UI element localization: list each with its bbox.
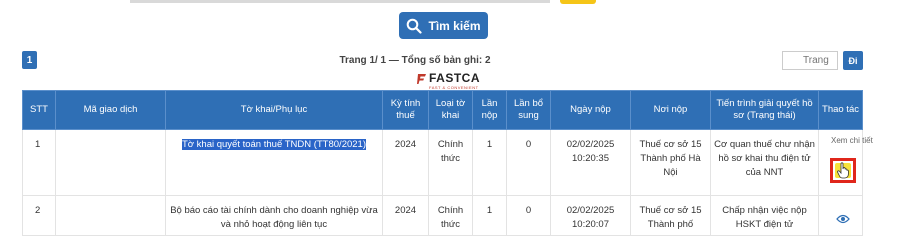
transaction-code [55,129,167,196]
supplement-count: 0 [506,129,551,196]
column-header: Lần nộp [472,90,507,130]
supplement-count: 0 [506,195,551,236]
action-cell [818,195,863,236]
row-stt: 1 [22,129,56,196]
fastca-logo-mark-icon [417,74,426,84]
submission-count: 1 [472,195,507,236]
declaration-name-text: Tờ khai quyết toán thuế TNDN (TT80/2021) [181,139,366,150]
declaration-table: STT Mã giao dịch Tờ khai/Phụ lục Kỳ tính… [22,90,873,236]
record-summary: Trang 1/ 1 — Tổng số bản ghi: 2 [339,55,491,66]
fastca-logo: FASTCA FAST & CONVENIENT [417,72,507,92]
column-header: Mã giao dịch [55,90,166,130]
submission-date: 02/02/2025 10:20:35 [550,129,631,196]
submission-date: 02/02/2025 10:20:07 [550,195,631,236]
processing-status: Cơ quan thuế chư nhận hồ sơ khai thu điệ… [710,129,819,196]
processing-status: Chấp nhận việc nộp HSKT điện tử [710,195,819,236]
top-strip [0,0,900,6]
edit-button[interactable] [830,158,856,183]
search-button[interactable]: Tìm kiếm [399,12,488,39]
declaration-name[interactable]: Bộ báo cáo tài chính dành cho doanh nghi… [165,195,383,236]
submission-place: Thuế cơ sở 15 Thành phố Hà Nội [630,129,711,196]
declaration-type: Chính thức [428,195,473,236]
filter-button-edge [560,0,596,4]
filter-field-edge [130,0,550,3]
goto-page-input[interactable] [782,51,838,70]
column-header: Nơi nộp [630,90,711,130]
eye-icon[interactable] [836,214,850,224]
logo-name: FASTCA [429,71,480,85]
tax-period: 2024 [382,195,429,236]
transaction-code [55,195,166,236]
declaration-type: Chính thức [428,129,473,196]
column-header: Thao tác [818,90,863,130]
cursor-hand-icon [837,162,849,179]
redacted-code [59,142,167,154]
column-header: Tờ khai/Phụ lục [165,90,383,130]
action-cell: Xem chi tiết [818,129,873,196]
submission-place: Thuế cơ sở 15 Thành phố [630,195,711,236]
table-row: 2 Bộ báo cáo tài chính dành cho doanh ng… [22,195,863,236]
search-button-label: Tìm kiếm [428,18,481,33]
declaration-name[interactable]: Tờ khai quyết toán thuế TNDN (TT80/2021) [165,129,383,196]
search-icon [407,18,423,34]
table-row: 1 Tờ khai quyết toán thuế TNDN (TT80/202… [22,129,873,196]
row-stt: 2 [22,195,56,236]
goto-page-button[interactable]: Đi [843,51,863,70]
column-header: STT [22,90,56,130]
column-header: Kỳ tính thuế [382,90,429,130]
view-detail-tooltip: Xem chi tiết [831,136,873,145]
tax-period: 2024 [382,129,429,196]
column-header: Lần bổ sung [506,90,551,130]
table-header-row: STT Mã giao dịch Tờ khai/Phụ lục Kỳ tính… [22,90,863,130]
column-header: Tiến trình giải quyết hồ sơ (Trạng thái) [710,90,819,130]
column-header: Loại tờ khai [428,90,473,130]
column-header: Ngày nộp [550,90,631,130]
submission-count: 1 [472,129,507,196]
